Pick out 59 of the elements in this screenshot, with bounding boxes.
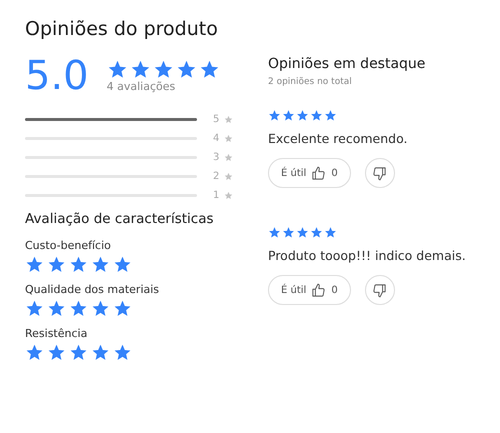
rating-count: 4 avaliações — [106, 80, 176, 93]
star-icon — [25, 299, 44, 318]
average-rating: 5.0 — [25, 56, 89, 96]
star-icon — [282, 109, 295, 122]
star-icon — [91, 299, 110, 318]
star-icon — [69, 343, 88, 362]
star-icon — [69, 255, 88, 274]
star-icon — [106, 59, 128, 80]
star-level-label: 4 — [213, 133, 220, 144]
star-level-label: 2 — [213, 171, 220, 182]
review-total: 2 opiniões no total — [268, 77, 353, 87]
star-icon — [224, 153, 234, 162]
star-icon — [224, 134, 234, 143]
characteristic-name: Resistência — [25, 327, 88, 340]
not-helpful-button[interactable] — [364, 275, 395, 305]
star-icon — [91, 343, 110, 362]
star-icon — [47, 255, 66, 274]
featured-title: Opiniões em destaque — [268, 56, 426, 72]
star-icon — [198, 59, 220, 80]
review-text: Produto tooop!!! indico demais. — [268, 248, 467, 263]
star-icon — [47, 343, 66, 362]
star-icon — [268, 109, 281, 122]
star-icon — [130, 59, 151, 80]
star-icon — [224, 191, 234, 200]
star-icon — [152, 59, 174, 80]
star-icon — [310, 226, 323, 239]
thumbs-down-icon — [372, 282, 388, 298]
characteristic-name: Qualidade dos materiais — [25, 283, 160, 296]
star-icon — [324, 226, 337, 239]
helpful-button[interactable]: É útil 0 — [268, 158, 351, 188]
star-icon — [91, 255, 110, 274]
star-icon — [310, 109, 323, 122]
review-text: Excelente recomendo. — [268, 131, 408, 146]
star-icon — [268, 226, 281, 239]
star-icon — [224, 115, 234, 124]
star-icon — [324, 109, 337, 122]
star-icon — [113, 255, 132, 274]
thumbs-up-icon — [311, 166, 326, 180]
not-helpful-button[interactable] — [364, 158, 395, 188]
thumbs-down-icon — [372, 166, 388, 180]
star-icon — [113, 299, 132, 318]
star-icon — [296, 226, 309, 239]
star-icon — [282, 226, 295, 239]
section-title: Opiniões do produto — [25, 18, 219, 40]
star-icon — [113, 343, 132, 362]
characteristics-title: Avaliação de características — [25, 211, 215, 227]
thumbs-up-icon — [311, 282, 326, 298]
helpful-button[interactable]: É útil 0 — [268, 275, 351, 305]
star-icon — [296, 109, 309, 122]
star-icon — [25, 343, 44, 362]
star-icon — [224, 172, 234, 181]
star-level-label: 5 — [213, 114, 220, 125]
star-icon — [47, 299, 66, 318]
star-level-label: 3 — [213, 152, 220, 163]
star-icon — [176, 59, 197, 80]
star-icon — [69, 299, 88, 318]
star-icon — [25, 255, 44, 274]
star-level-label: 1 — [213, 190, 220, 201]
characteristic-name: Custo-benefício — [25, 239, 112, 252]
